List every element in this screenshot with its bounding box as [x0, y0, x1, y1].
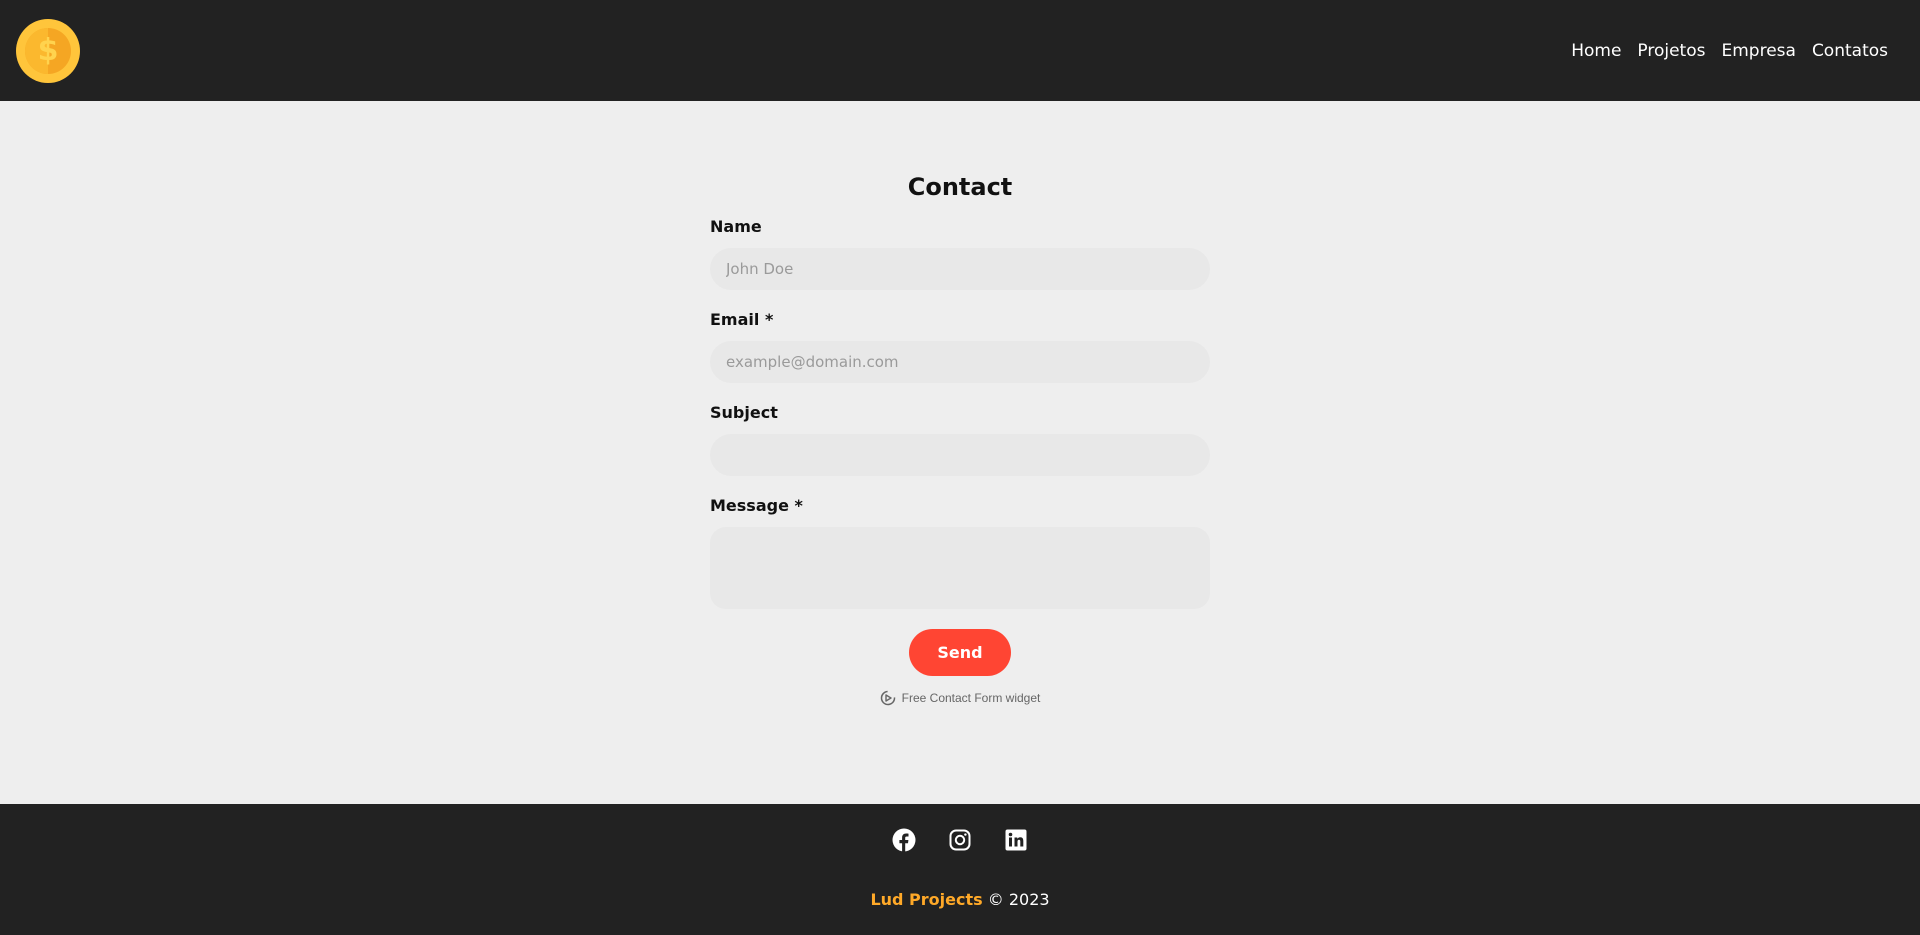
message-label: Message *	[710, 496, 803, 515]
main-nav: Home Projetos Empresa Contatos	[1571, 41, 1888, 61]
site-footer: Lud Projects © 2023	[0, 804, 1920, 935]
copyright-text: © 2023	[987, 890, 1050, 909]
brand-name[interactable]: Lud Projects	[870, 890, 982, 909]
nav-projetos[interactable]: Projetos	[1637, 41, 1705, 61]
name-field-group: Name	[710, 217, 1210, 290]
instagram-icon[interactable]	[948, 828, 972, 852]
main-content: Contact Name Email * Subject Message * S…	[0, 101, 1920, 804]
subject-label: Subject	[710, 403, 778, 422]
nav-home[interactable]: Home	[1571, 41, 1621, 61]
send-row: Send	[710, 629, 1210, 676]
send-button[interactable]: Send	[909, 629, 1011, 676]
nav-empresa[interactable]: Empresa	[1721, 41, 1795, 61]
message-field-group: Message *	[710, 496, 1210, 613]
social-links	[0, 828, 1920, 852]
site-header: $ Home Projetos Empresa Contatos	[0, 0, 1920, 101]
nav-contatos[interactable]: Contatos	[1812, 41, 1888, 61]
facebook-icon[interactable]	[892, 828, 916, 852]
email-label: Email *	[710, 310, 774, 329]
subject-field-group: Subject	[710, 403, 1210, 476]
logo-inner: $	[25, 27, 71, 74]
contact-form: Contact Name Email * Subject Message * S…	[710, 173, 1210, 706]
widget-text: Free Contact Form widget	[901, 691, 1041, 705]
dollar-coin-icon[interactable]: $	[16, 18, 80, 83]
widget-logo-icon	[880, 690, 895, 706]
logo-symbol: $	[37, 32, 59, 68]
name-input[interactable]	[710, 248, 1210, 290]
form-title: Contact	[907, 173, 1013, 201]
widget-link[interactable]: Free Contact Form widget	[710, 690, 1210, 706]
name-label: Name	[710, 217, 762, 236]
email-field-group: Email *	[710, 310, 1210, 383]
email-input[interactable]	[710, 341, 1210, 383]
message-textarea[interactable]	[710, 527, 1210, 609]
linkedin-icon[interactable]	[1004, 828, 1028, 852]
subject-input[interactable]	[710, 434, 1210, 476]
copyright: Lud Projects © 2023	[0, 890, 1920, 909]
